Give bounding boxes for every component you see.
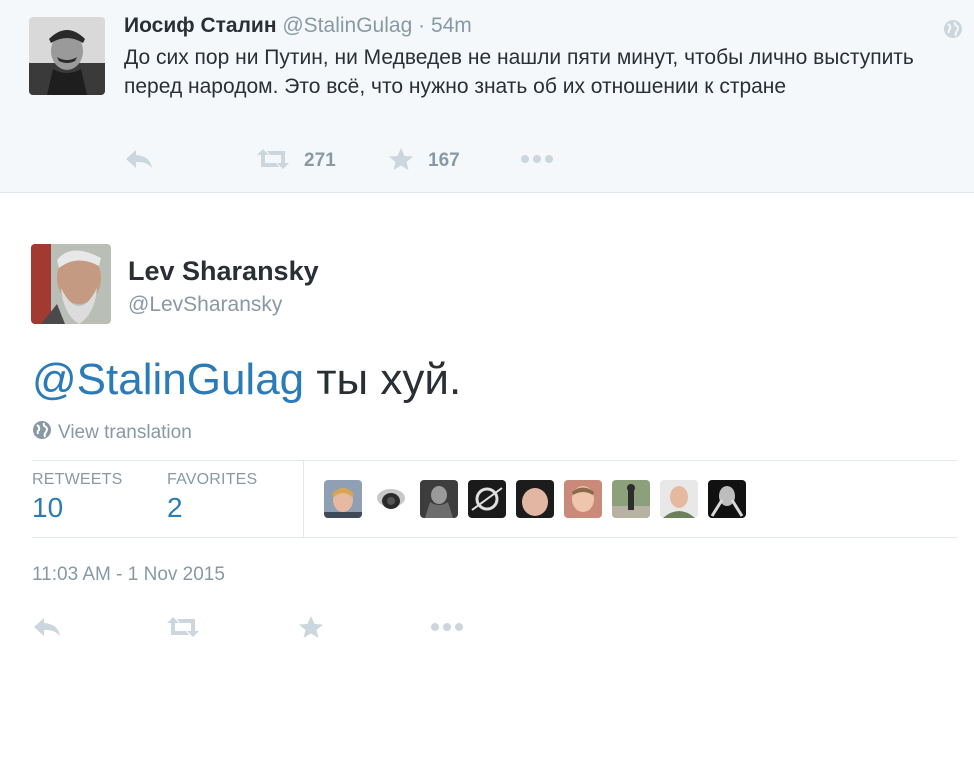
retweets-label: RETWEETS [32, 471, 123, 488]
more-button[interactable] [430, 612, 464, 646]
favorite-button[interactable] [298, 612, 324, 646]
parent-favorite-count: 167 [428, 150, 460, 171]
separator-dot: · [418, 14, 426, 37]
author-handle[interactable]: @LevSharansky [128, 293, 282, 317]
tweet-text: @StalinGulag ты хуй. [32, 352, 461, 408]
parent-reply-button[interactable] [124, 146, 154, 176]
globe-icon[interactable] [942, 18, 964, 40]
star-icon [388, 147, 414, 176]
retweet-icon [166, 616, 200, 643]
parent-tweet[interactable]: Иосиф Сталин @StalinGulag · 54m До сих п… [0, 0, 974, 193]
retweets-stat[interactable]: RETWEETS 10 [32, 471, 123, 524]
view-translation-label: View translation [58, 422, 192, 443]
avatar-person-outdoors[interactable] [612, 480, 650, 518]
reply-icon [32, 615, 62, 644]
tweet-text-rest: ты хуй. [304, 355, 462, 404]
reply-icon [124, 148, 154, 175]
tweet-timestamp[interactable]: 11:03 AM - 1 Nov 2015 [32, 564, 225, 586]
avatar-soldier[interactable] [420, 480, 458, 518]
parent-favorite-button[interactable]: 167 [388, 146, 460, 176]
favorites-value: 2 [167, 492, 183, 523]
parent-retweet-button[interactable]: 271 [256, 146, 336, 176]
parent-author-handle[interactable]: @StalinGulag [282, 14, 412, 37]
more-icon [520, 152, 554, 170]
avatar-black-white-pattern[interactable] [468, 480, 506, 518]
more-icon [430, 620, 464, 638]
view-translation-link[interactable]: View translation [32, 420, 192, 446]
mention-link[interactable]: @StalinGulag [32, 355, 304, 404]
tweet-stats: RETWEETS 10 FAVORITES 2 [32, 460, 957, 538]
avatar-man-red-bg[interactable] [564, 480, 602, 518]
author-name[interactable]: Lev Sharansky [128, 256, 319, 287]
parent-more-button[interactable] [520, 146, 554, 176]
retweet-button[interactable] [166, 612, 200, 646]
reply-button[interactable] [32, 612, 62, 646]
avatar-putin-collage[interactable] [708, 480, 746, 518]
retweet-icon [256, 148, 290, 175]
stalin-avatar[interactable] [29, 17, 105, 95]
avatar-young-man[interactable] [660, 480, 698, 518]
stats-divider [303, 461, 304, 538]
parent-actions: 271 167 [124, 146, 584, 176]
star-icon [298, 615, 324, 644]
avatar-bald-head[interactable] [516, 480, 554, 518]
globe-icon [32, 420, 58, 446]
parent-author-name[interactable]: Иосиф Сталин [124, 14, 277, 37]
parent-retweet-count: 271 [304, 150, 336, 171]
avatar-blond-man[interactable] [324, 480, 362, 518]
favorites-stat[interactable]: FAVORITES 2 [167, 471, 257, 524]
parent-tweet-time[interactable]: 54m [431, 14, 472, 37]
avatar-security-camera[interactable] [372, 480, 410, 518]
retweets-value: 10 [32, 492, 64, 523]
favorites-label: FAVORITES [167, 471, 258, 488]
lev-avatar[interactable] [31, 244, 111, 324]
tweet-actions [32, 612, 482, 646]
parent-tweet-text: До сих пор ни Путин, ни Медведев не нашл… [124, 46, 914, 98]
